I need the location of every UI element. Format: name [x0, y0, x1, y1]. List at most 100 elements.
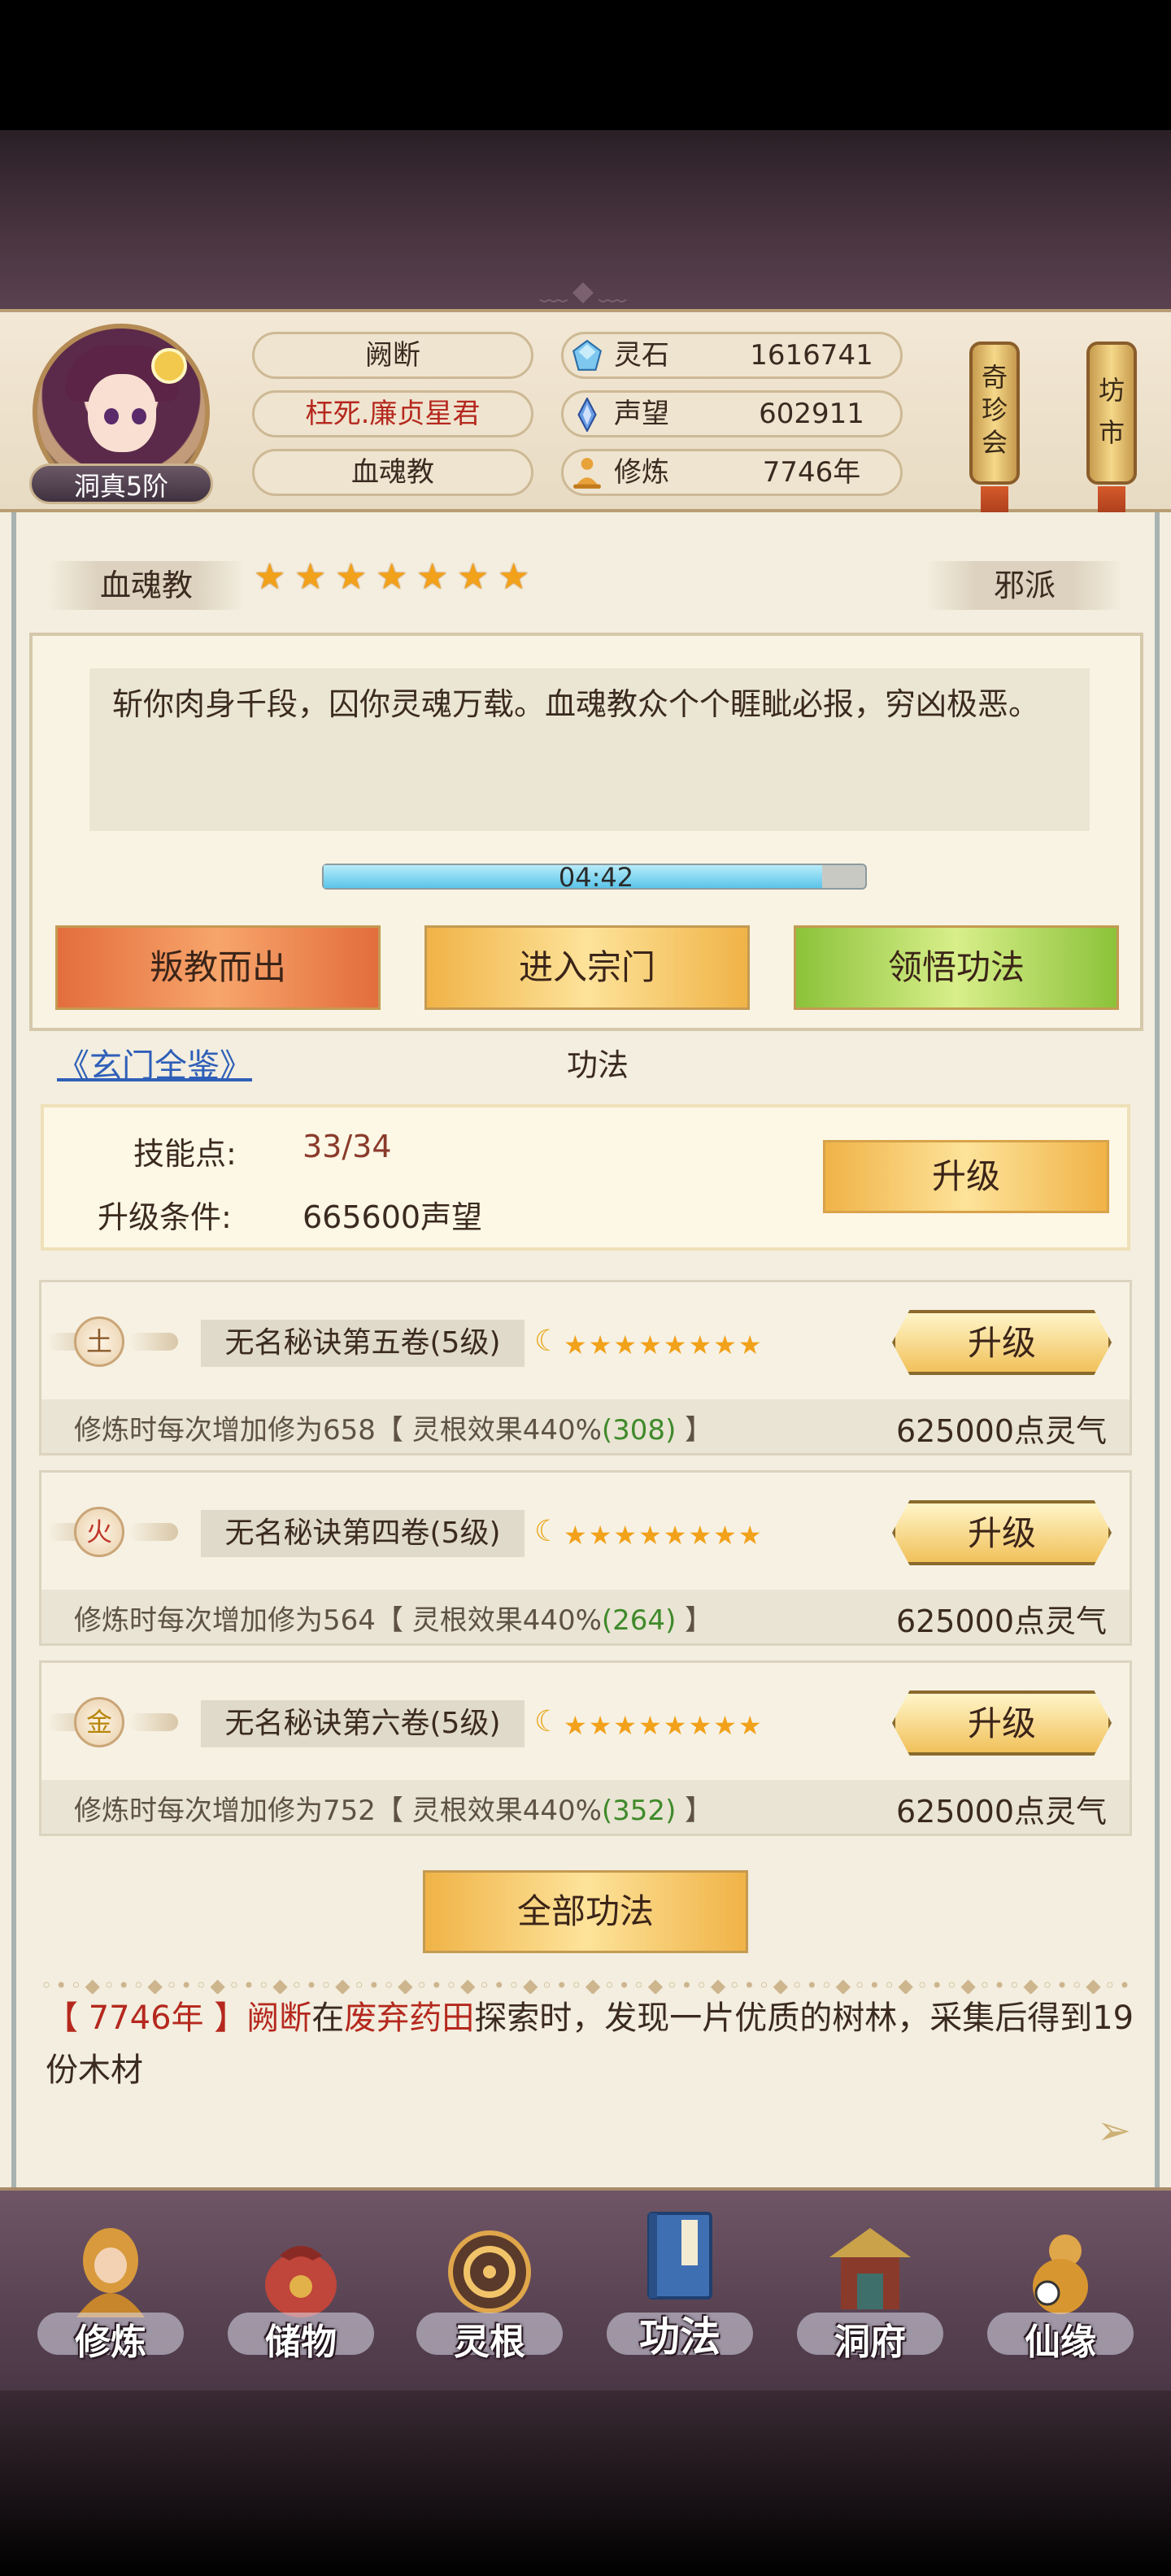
timer-text: 04:42	[558, 862, 634, 893]
upgrade-condition-label: 升级条件:	[98, 1199, 232, 1235]
guide-link[interactable]: 《玄门全鉴》	[57, 1039, 252, 1086]
skill-upgrade-button[interactable]: 升级	[892, 1690, 1112, 1756]
comprehend-kungfu-button[interactable]: 领悟功法	[794, 925, 1119, 1010]
moon-icon: ☾	[534, 1325, 561, 1358]
skill-points-value: 33/34	[303, 1129, 392, 1164]
top-banner: ﹏◆﹏	[0, 130, 1171, 309]
resource-label: 灵石	[614, 339, 669, 372]
star-icon: ★	[294, 556, 327, 598]
all-kungfu-button[interactable]: 全部功法	[423, 1870, 748, 1953]
bag-icon	[265, 2246, 337, 2317]
skill-card-bottom: 修炼时每次增加修为752【 灵根效果440%(352) 】 625000点灵气	[41, 1780, 1130, 1834]
sect-name-tab: 血魂教	[49, 561, 244, 610]
skill-desc-bonus: (352)	[601, 1795, 677, 1827]
skill-card: 金 无名秘诀第六卷(5级) ☾ ★★★★★★★★ 升级 修炼时每次增加修为752…	[39, 1660, 1132, 1836]
nav-item-cultivate[interactable]: 修炼	[29, 2191, 192, 2394]
skill-stars: ★★★★★★★★	[564, 1710, 764, 1741]
scroll-char: 市	[1098, 417, 1125, 448]
pavilion-icon	[829, 2228, 911, 2309]
player-header: 洞真5阶 阙断 枉死.廉贞星君 血魂教 灵石 1616741 声望 602911…	[0, 309, 1171, 535]
log-place: 废弃药田	[344, 1999, 475, 2037]
skill-card-top: 金 无名秘诀第六卷(5级) ☾ ★★★★★★★★ 升级	[41, 1663, 1130, 1780]
skill-upgrade-button[interactable]: 升级	[892, 1310, 1112, 1375]
resource-spirit-stone: 灵石 1616741	[561, 332, 903, 379]
upgrade-condition-value: 665600声望	[303, 1199, 483, 1235]
fire-element-icon: 火	[74, 1507, 124, 1557]
skill-description: 修炼时每次增加修为752【 灵根效果440%(352) 】	[74, 1788, 712, 1828]
flower-icon	[151, 348, 187, 384]
sect-card: 斩你肉身千段，囚你灵魂万载。血魂教众个个睚眦必报，穷凶极恶。 04:42 叛教而…	[29, 633, 1143, 1031]
skill-desc-bonus: (308)	[601, 1414, 677, 1447]
nav-item-fortune[interactable]: 仙缘	[979, 2191, 1142, 2394]
sect-timer-bar: 04:42	[322, 862, 867, 893]
bottom-nav: 修炼 储物 灵根 功法 洞府 仙缘	[0, 2187, 1171, 2391]
resource-value: 1616741	[750, 339, 873, 372]
log-bracket: 】	[203, 1999, 247, 2037]
event-log: 【 7746年 】阙断在废弃药田探索时，发现一片优质的树林，采集后得到19份木材	[46, 1992, 1135, 2096]
skill-card-bottom: 修炼时每次增加修为564【 灵根效果440%(264) 】 625000点灵气	[41, 1590, 1130, 1643]
metal-element-icon: 金	[74, 1697, 124, 1747]
nav-label: 功法	[639, 2313, 720, 2361]
main-panel: 血魂教 ★ ★ ★ ★ ★ ★ ★ 邪派 斩你肉身千段，囚你灵魂万载。血魂教众个个睚眦必报，…	[0, 512, 1171, 2187]
log-bracket: 【	[46, 1999, 89, 2037]
star-icon: ★	[457, 556, 490, 598]
player-title[interactable]: 枉死.廉贞星君	[252, 390, 533, 437]
skill-points-panel: 技能点: 33/34 升级条件: 665600声望 升级	[41, 1104, 1130, 1251]
nav-item-spirit-root[interactable]: 灵根	[408, 2191, 571, 2394]
banner-ornament: ﹏◆﹏	[539, 275, 632, 307]
kungfu-section-title: 功法	[566, 1047, 629, 1083]
skill-desc-text: 】	[676, 1604, 713, 1637]
skill-description: 修炼时每次增加修为564【 灵根效果440%(264) 】	[74, 1598, 712, 1638]
element-deco	[129, 1713, 178, 1731]
meditation-icon	[573, 458, 601, 489]
ornament-divider: ◦•◦◆◦•◦◆◦•◦◆◦•◦◆◦•◦◆◦•◦◆◦•◦◆◦•◦◆◦•◦◆◦•◦◆…	[41, 1974, 1130, 1994]
monk-icon	[76, 2228, 145, 2317]
resource-label: 修炼	[614, 456, 669, 489]
star-icon: ★	[498, 556, 530, 598]
enter-sect-button[interactable]: 进入宗门	[424, 925, 750, 1010]
taiji-icon	[448, 2230, 531, 2313]
nav-item-storage[interactable]: 储物	[220, 2191, 382, 2394]
player-sect: 血魂教	[252, 449, 533, 496]
moon-icon: ☾	[534, 1705, 561, 1738]
sect-alignment-tab: 邪派	[927, 561, 1122, 610]
resource-value: 7746年	[762, 456, 861, 489]
star-icon: ★	[416, 556, 449, 598]
skill-name: 无名秘诀第四卷(5级)	[201, 1510, 525, 1557]
player-name: 阙断	[252, 332, 533, 379]
rank-badge: 洞真5阶	[29, 463, 213, 504]
next-arrow-icon[interactable]: ➢	[1090, 2106, 1138, 2155]
earth-element-icon: 土	[74, 1316, 124, 1367]
skill-card: 土 无名秘诀第五卷(5级) ☾ ★★★★★★★★ 升级 修炼时每次增加修为658…	[39, 1280, 1132, 1456]
avatar-eye	[132, 408, 146, 424]
market-scroll[interactable]: 坊 市	[1086, 342, 1137, 485]
nav-label: 仙缘	[1025, 2321, 1096, 2363]
treasure-shop-scroll[interactable]: 奇 珍 会	[969, 342, 1020, 485]
prestige-crystal-icon	[577, 398, 597, 432]
nav-label: 储物	[265, 2321, 337, 2363]
sect-description: 斩你肉身千段，囚你灵魂万载。血魂教众个个睚眦必报，穷凶极恶。	[89, 668, 1090, 831]
star-icon: ★	[254, 556, 286, 598]
skill-desc-text: 修炼时每次增加修为658【 灵根效果440%	[74, 1414, 602, 1447]
scroll-char: 奇	[981, 362, 1008, 393]
skill-name: 无名秘诀第五卷(5级)	[201, 1320, 525, 1367]
skill-desc-text: 】	[676, 1795, 713, 1827]
gourd-icon	[1033, 2234, 1088, 2314]
nav-label: 洞府	[834, 2321, 906, 2363]
skill-desc-text: 修炼时每次增加修为752【 灵根效果440%	[74, 1795, 602, 1827]
resource-prestige: 声望 602911	[561, 390, 903, 437]
skill-cost: 625000点灵气	[895, 1413, 1107, 1449]
upgrade-skill-points-button[interactable]: 升级	[823, 1140, 1109, 1213]
moon-icon: ☾	[534, 1515, 561, 1548]
skill-card: 火 无名秘诀第四卷(5级) ☾ ★★★★★★★★ 升级 修炼时每次增加修为564…	[39, 1470, 1132, 1646]
scroll-char: 会	[981, 427, 1008, 458]
skill-upgrade-button[interactable]: 升级	[892, 1500, 1112, 1565]
nav-item-cave[interactable]: 洞府	[789, 2191, 951, 2394]
avatar-eye	[104, 408, 119, 424]
skill-card-top: 火 无名秘诀第四卷(5级) ☾ ★★★★★★★★ 升级	[41, 1473, 1130, 1590]
nav-item-kungfu[interactable]: 功法	[599, 2191, 761, 2394]
skill-desc-text: 】	[676, 1414, 713, 1447]
skill-description: 修炼时每次增加修为658【 灵根效果440%(308) 】	[74, 1408, 712, 1447]
skill-desc-bonus: (264)	[601, 1604, 677, 1637]
leave-sect-button[interactable]: 叛教而出	[55, 925, 381, 1010]
